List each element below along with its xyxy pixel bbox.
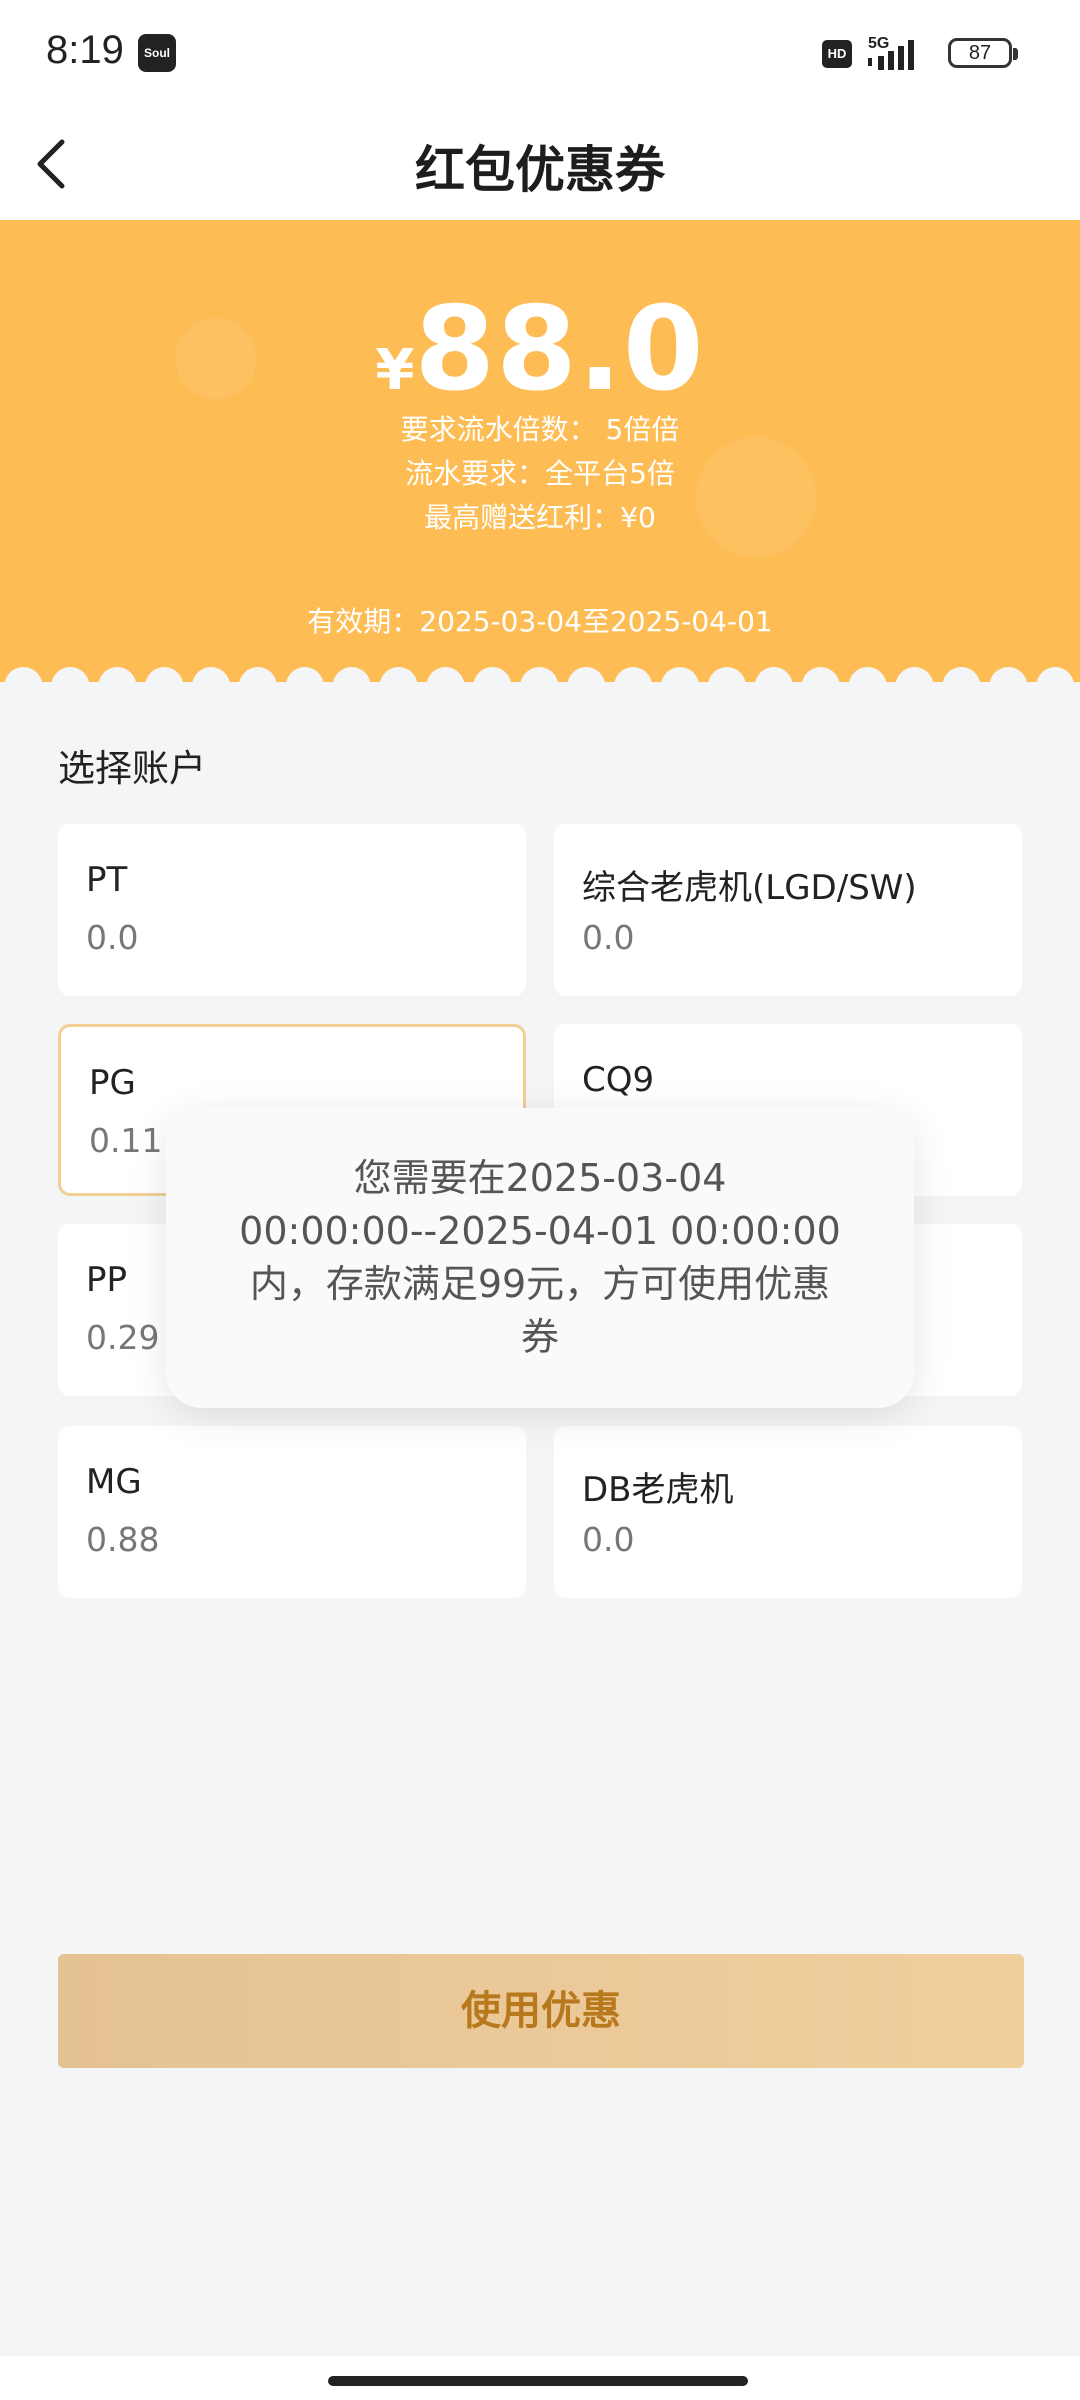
validity-period: 有效期：2025-03-04至2025-04-01 [307,605,773,638]
currency-symbol: ¥ [375,338,415,403]
hd-icon: HD [822,40,852,68]
toast-line: 内，存款满足99元，方可使用优惠 [249,1262,831,1306]
soul-app-icon: Soul [138,34,176,72]
account-balance: 0.88 [86,1520,160,1559]
account-name: PP [86,1260,128,1300]
account-balance: 0.0 [582,918,635,957]
account-balance: 0.29 [86,1318,160,1357]
account-name: PT [86,860,128,900]
account-name: DB老虎机 [582,1470,734,1510]
account-name: PG [89,1063,136,1103]
home-indicator[interactable] [328,2376,748,2386]
turnover-multiple: 要求流水倍数： 5倍倍 [400,413,680,446]
use-coupon-button[interactable]: 使用优惠 [58,1954,1024,2068]
battery-level: 87 [968,42,992,64]
status-bar: 8:19 Soul HD 5G 87 [0,0,1080,108]
turnover-requirement: 流水要求：全平台5倍 [405,457,675,490]
toast-line: 00:00:00--2025-04-01 00:00:00 [239,1209,841,1253]
coupon-amount: ¥88.0 [0,282,1080,417]
max-bonus: 最高赠送红利：¥0 [424,501,656,534]
coupon-banner: ¥88.0 要求流水倍数： 5倍倍 流水要求：全平台5倍 最高赠送红利：¥0 有… [0,220,1080,682]
account-name: CQ9 [582,1060,655,1100]
network-label: 5G [868,36,889,52]
status-time: 8:19 [46,28,124,72]
account-card-slots-lgd-sw[interactable]: 综合老虎机(LGD/SW) 0.0 [554,824,1022,996]
account-balance: 0.0 [582,1520,635,1559]
signal-icon: 5G [868,36,914,70]
account-card-pt[interactable]: PT 0.0 [58,824,526,996]
toast-line: 您需要在2025-03-04 [353,1156,727,1200]
section-title-select-account: 选择账户 [58,747,206,790]
account-name: MG [86,1462,142,1502]
toast-message: 您需要在2025-03-04 00:00:00--2025-04-01 00:0… [166,1108,914,1408]
account-card-mg[interactable]: MG 0.88 [58,1426,526,1598]
page-header: 红包优惠券 [0,108,1080,220]
account-card-db-slots[interactable]: DB老虎机 0.0 [554,1426,1022,1598]
scallop-edge [4,667,1074,682]
account-balance: 0.0 [86,918,139,957]
toast-line: 券 [520,1315,559,1359]
amount-value: 88.0 [414,282,705,417]
account-name: 综合老虎机(LGD/SW) [582,868,917,908]
battery-icon: 87 [948,38,1018,68]
page-title: 红包优惠券 [415,141,665,199]
account-balance: 0.11 [89,1121,163,1160]
